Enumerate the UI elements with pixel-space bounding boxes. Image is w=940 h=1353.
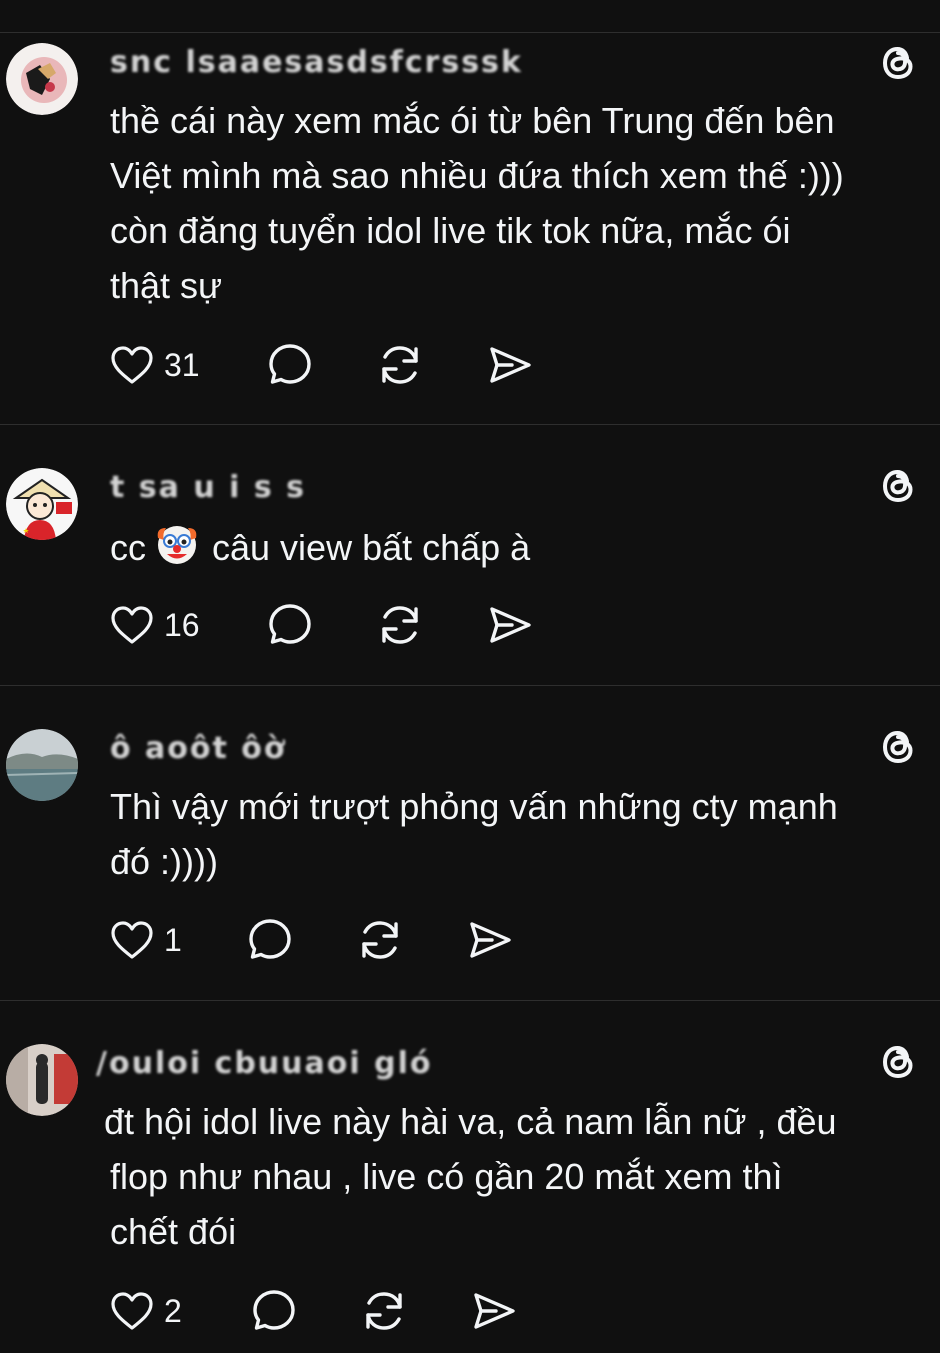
reply-bubble-icon bbox=[269, 344, 311, 384]
username[interactable]: t sa u i s s bbox=[110, 470, 306, 505]
repost-button[interactable] bbox=[376, 600, 486, 650]
post-text-line: còn đăng tuyển idol live tik tok nữa, mắ… bbox=[110, 210, 791, 251]
repost-button[interactable] bbox=[376, 340, 486, 390]
threads-logo-icon[interactable] bbox=[874, 462, 922, 510]
username[interactable]: ô aoôt ôờ bbox=[110, 731, 287, 766]
reply-bubble-icon bbox=[253, 1290, 295, 1330]
like-button[interactable]: 31 bbox=[108, 340, 266, 390]
repost-button[interactable] bbox=[356, 915, 466, 965]
heart-icon bbox=[111, 921, 153, 959]
repost-icon bbox=[366, 1292, 402, 1330]
share-send-icon bbox=[490, 607, 531, 643]
post-text: đt hội idol live này hài va, cả nam lẫn … bbox=[104, 1094, 919, 1259]
repost-icon bbox=[382, 606, 418, 644]
threads-logo-icon[interactable] bbox=[874, 39, 922, 87]
share-send-icon bbox=[490, 347, 531, 383]
clown-face-icon bbox=[154, 522, 200, 568]
avatar[interactable] bbox=[6, 43, 78, 115]
reply-button[interactable] bbox=[246, 915, 356, 965]
like-button[interactable]: 16 bbox=[108, 600, 266, 650]
avatar[interactable] bbox=[6, 468, 78, 540]
post-text: cc câu view bất chấp à bbox=[110, 520, 925, 575]
repost-button[interactable] bbox=[360, 1286, 470, 1336]
top-divider bbox=[0, 0, 940, 33]
share-button[interactable] bbox=[486, 340, 546, 390]
post-item: /ouloi cbuuaoi gló đt hội idol live này … bbox=[0, 1002, 940, 1353]
username[interactable]: /ouloi cbuuaoi gló bbox=[96, 1046, 432, 1081]
like-button[interactable]: 2 bbox=[108, 1286, 250, 1336]
share-send-icon bbox=[470, 922, 511, 958]
avatar[interactable] bbox=[6, 1044, 78, 1116]
avatar[interactable] bbox=[6, 729, 78, 801]
post-text-line: Thì vậy mới trượt phỏng vấn những cty mạ… bbox=[110, 786, 838, 827]
action-bar: 31 bbox=[108, 340, 546, 390]
reply-bubble-icon bbox=[249, 919, 291, 959]
action-bar: 1 bbox=[108, 915, 526, 965]
heart-icon bbox=[111, 346, 153, 384]
share-button[interactable] bbox=[470, 1286, 530, 1336]
threads-logo-icon[interactable] bbox=[874, 723, 922, 771]
threads-logo-icon[interactable] bbox=[874, 1038, 922, 1086]
reply-bubble-icon bbox=[269, 604, 311, 644]
post-text: thề cái này xem mắc ói từ bên Trung đến … bbox=[110, 93, 925, 313]
post-item: ô aoôt ôờ Thì vậy mới trượt phỏng vấn nh… bbox=[0, 687, 940, 1001]
heart-icon bbox=[111, 606, 153, 644]
like-count: 31 bbox=[164, 346, 200, 383]
reply-button[interactable] bbox=[266, 340, 376, 390]
post-item: snc lsaaesasdsfcrsssk thề cái này xem mắ… bbox=[0, 33, 940, 425]
action-bar: 16 bbox=[108, 600, 546, 650]
repost-icon bbox=[362, 921, 398, 959]
share-send-icon bbox=[474, 1293, 515, 1329]
post-text: Thì vậy mới trượt phỏng vấn những cty mạ… bbox=[110, 779, 925, 889]
like-count: 1 bbox=[164, 921, 182, 958]
share-button[interactable] bbox=[486, 600, 546, 650]
post-text-line: đó :)))) bbox=[110, 841, 218, 882]
post-text-line: flop như nhau , live có gần 20 mắt xem t… bbox=[110, 1156, 783, 1197]
reply-button[interactable] bbox=[250, 1286, 360, 1336]
post-text-line: đt hội idol live này hài va, cả nam lẫn … bbox=[104, 1101, 837, 1142]
username[interactable]: snc lsaaesasdsfcrsssk bbox=[110, 45, 523, 80]
like-count: 16 bbox=[164, 606, 200, 643]
post-text-line: Việt mình mà sao nhiều đứa thích xem thế… bbox=[110, 155, 844, 196]
repost-icon bbox=[382, 346, 418, 384]
like-button[interactable]: 1 bbox=[108, 915, 246, 965]
reply-button[interactable] bbox=[266, 600, 376, 650]
post-text-line: thề cái này xem mắc ói từ bên Trung đến … bbox=[110, 100, 835, 141]
post-text-line: thật sự bbox=[110, 265, 223, 306]
post-text-body: câu view bất chấp à bbox=[212, 527, 531, 568]
post-text-prefix: cc bbox=[110, 527, 146, 568]
heart-icon bbox=[111, 1292, 153, 1330]
action-bar: 2 bbox=[108, 1286, 530, 1336]
post-item: t sa u i s s cc câu view bất chấp à 16 bbox=[0, 426, 940, 686]
share-button[interactable] bbox=[466, 915, 526, 965]
post-text-line: chết đói bbox=[110, 1211, 237, 1252]
like-count: 2 bbox=[164, 1292, 182, 1329]
